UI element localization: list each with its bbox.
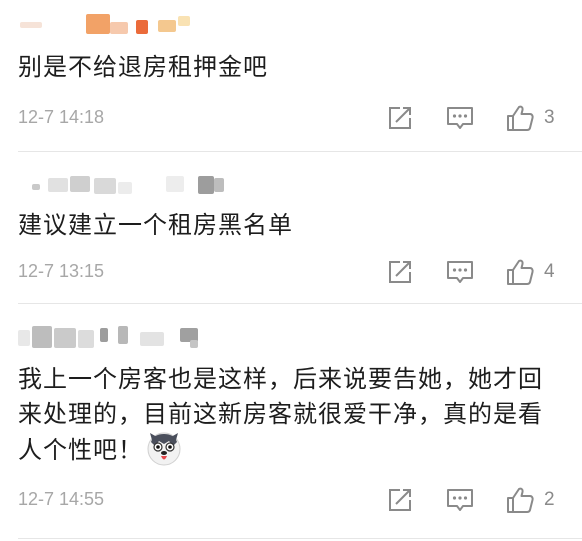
pixelated-username-block [32,184,40,190]
pixelated-username-block [214,178,224,192]
pixelated-username-block [54,328,76,348]
comment-text: 我上一个房客也是这样，后来说要告她，她才回来处理的，目前这新房客就很爱干净，真的… [18,362,563,468]
pixelated-username-block [32,326,52,348]
username-obscured[interactable] [18,326,208,348]
comment-meta: 12-7 13:15 4 [18,257,563,287]
comment-icon [447,489,473,511]
pixelated-username-block [118,182,132,194]
comment-timestamp: 12-7 14:55 [18,489,105,509]
pixelated-username-block [118,326,128,344]
pixelated-username-block [94,178,116,194]
reply-button[interactable] [446,103,474,133]
like-button[interactable]: 2 [506,485,555,515]
comment-divider [18,151,582,152]
username-obscured[interactable] [18,14,190,34]
pixelated-username-block [178,16,190,26]
thumbs-up-icon [507,105,534,131]
like-count: 4 [544,261,555,282]
share-icon [389,489,411,511]
share-button[interactable] [387,103,413,133]
reply-button[interactable] [446,257,474,287]
comment-text: 别是不给退房租押金吧 [18,53,268,81]
comment-timestamp: 12-7 13:15 [18,261,105,281]
pixelated-username-block [48,178,68,192]
pixelated-username-block [86,14,110,34]
username-obscured[interactable] [18,174,228,194]
like-count: 3 [544,107,555,128]
comment-text-body: 我上一个房客也是这样，后来说要告她，她才回来处理的，目前这新房客就很爱干净，真的… [18,365,543,464]
comment-divider [18,538,582,539]
like-button[interactable]: 4 [506,257,555,287]
comment-icon [447,261,473,283]
share-icon [389,107,411,129]
pixelated-username-block [136,20,148,34]
like-button[interactable]: 3 [506,103,555,133]
pixelated-username-block [166,176,184,192]
share-button[interactable] [387,485,413,515]
pixelated-username-block [158,20,176,32]
comment-meta: 12-7 14:55 2 [18,485,563,515]
pixelated-username-block [110,22,128,34]
comment-meta: 12-7 14:18 3 [18,103,563,133]
pixelated-username-block [20,22,42,28]
pixelated-username-block [70,176,90,192]
husky-face-emoji [147,432,181,466]
share-icon [389,261,411,283]
pixelated-username-block [198,176,214,194]
comment-divider [18,303,582,304]
like-count: 2 [544,489,555,510]
pixelated-username-block [190,340,198,348]
pixelated-username-block [140,332,164,346]
reply-button[interactable] [446,485,474,515]
pixelated-username-block [100,328,108,342]
thumbs-up-icon [507,487,534,513]
comment-text: 建议建立一个租房黑名单 [18,211,293,239]
comment-timestamp: 12-7 14:18 [18,107,105,127]
pixelated-username-block [78,330,94,348]
thumbs-up-icon [507,259,534,285]
comment-icon [447,107,473,129]
pixelated-username-block [18,330,30,346]
share-button[interactable] [387,257,413,287]
